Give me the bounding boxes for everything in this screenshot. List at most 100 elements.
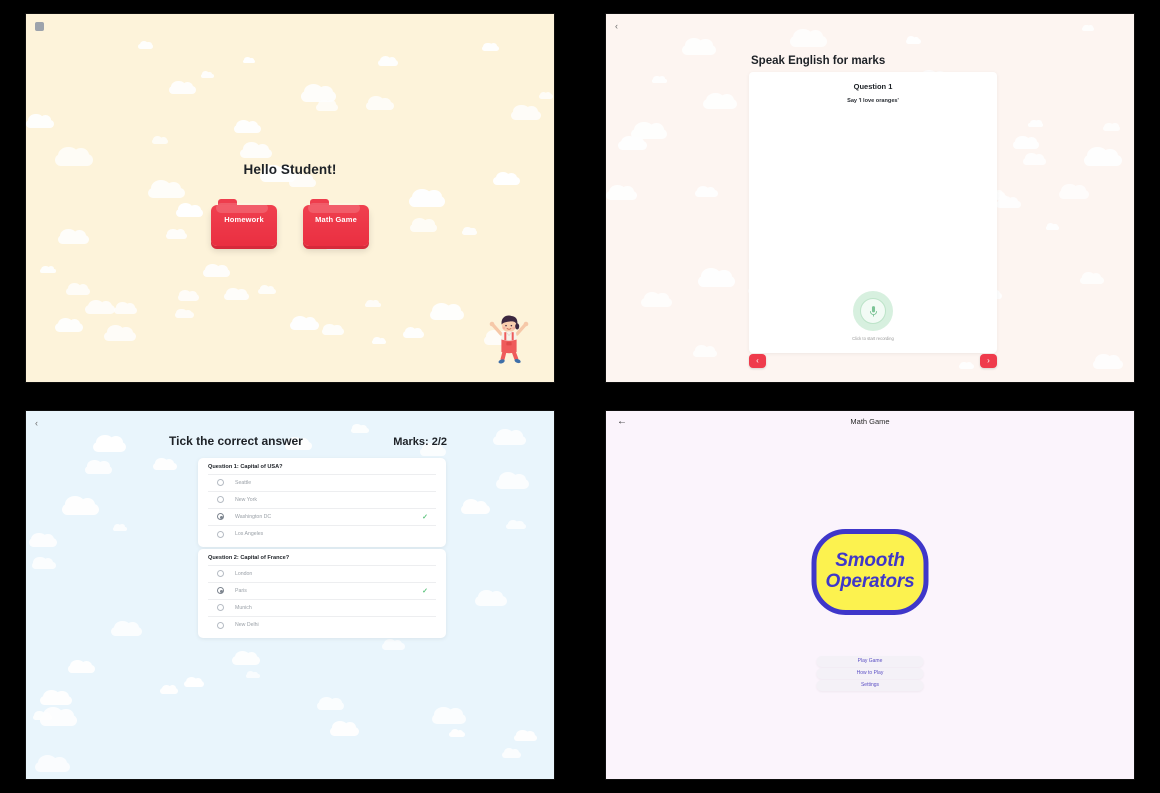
check-icon: ✓ bbox=[422, 587, 428, 595]
cloud-shape bbox=[449, 729, 465, 737]
cloud-shape bbox=[372, 337, 387, 345]
question-number: Question 1 bbox=[853, 82, 893, 92]
marks-badge: Marks: 2/2 bbox=[393, 435, 447, 448]
cloud-shape bbox=[378, 56, 399, 67]
quiz-option[interactable]: Seattle bbox=[208, 475, 436, 492]
radio-icon[interactable] bbox=[217, 513, 224, 521]
cloud-shape bbox=[177, 290, 200, 301]
logo-line-1: Smooth bbox=[835, 550, 905, 572]
settings-button[interactable]: Settings bbox=[816, 679, 924, 691]
previous-question-button[interactable]: ‹ bbox=[749, 354, 766, 369]
panel-cell-speak: ‹ Speak English for marks Question 1 Say… bbox=[580, 0, 1160, 397]
quiz-option[interactable]: Washington DC ✓ bbox=[208, 509, 436, 526]
cloud-shape bbox=[169, 81, 196, 94]
cloud-shape bbox=[693, 344, 717, 357]
quiz-option[interactable]: New York bbox=[208, 492, 436, 509]
home-content: Hello Student! Homework Math Game bbox=[26, 162, 554, 247]
next-question-button[interactable]: › bbox=[980, 354, 997, 369]
radio-icon[interactable] bbox=[217, 479, 224, 487]
cloud-shape bbox=[40, 689, 72, 706]
cloud-shape bbox=[420, 443, 447, 457]
cloud-shape bbox=[495, 472, 530, 489]
cloud-shape bbox=[429, 302, 464, 321]
option-label: New Delhi bbox=[235, 622, 259, 629]
cloud-shape bbox=[104, 325, 136, 342]
jumping-child-illustration bbox=[489, 315, 529, 364]
cloud-shape bbox=[316, 99, 339, 111]
how-to-play-button[interactable]: How to Play bbox=[816, 667, 924, 679]
screenshot-grid: Hello Student! Homework Math Game ‹ Spea… bbox=[0, 0, 1160, 793]
cloud-shape bbox=[35, 754, 71, 773]
cloud-shape bbox=[153, 458, 177, 470]
student-home-screen: Hello Student! Homework Math Game bbox=[26, 14, 554, 383]
chevron-left-icon[interactable]: ‹ bbox=[35, 418, 38, 428]
cloud-shape bbox=[1092, 353, 1123, 370]
cloud-shape bbox=[39, 707, 78, 726]
record-hint: Click to start recording bbox=[852, 336, 894, 342]
question-heading: Question 1: Capital of USA? bbox=[208, 464, 436, 475]
quiz-option[interactable]: Los Angeles bbox=[208, 526, 436, 543]
cloud-shape bbox=[1028, 119, 1043, 128]
app-icon[interactable] bbox=[35, 22, 44, 32]
cloud-shape bbox=[112, 523, 127, 531]
math-game-screen: ← Math Game Smooth Operators Play Game H… bbox=[606, 410, 1134, 779]
cloud-shape bbox=[111, 620, 143, 637]
quiz-option[interactable]: Munich bbox=[208, 600, 436, 617]
radio-icon[interactable] bbox=[217, 604, 224, 612]
game-logo: Smooth Operators bbox=[811, 528, 929, 615]
cloud-shape bbox=[289, 315, 320, 331]
cloud-shape bbox=[1013, 136, 1040, 150]
arrow-left-icon[interactable]: ← bbox=[617, 416, 627, 427]
option-label: Washington DC bbox=[235, 513, 272, 520]
cloud-shape bbox=[475, 589, 507, 606]
folder-math-game[interactable]: Math Game bbox=[303, 199, 369, 247]
record-button[interactable] bbox=[853, 291, 893, 332]
panel-cell-math: ← Math Game Smooth Operators Play Game H… bbox=[580, 397, 1160, 793]
page-title: Hello Student! bbox=[243, 162, 337, 178]
cloud-shape bbox=[431, 706, 467, 724]
option-label: Munich bbox=[235, 604, 252, 611]
quiz-option[interactable]: New Delhi bbox=[208, 617, 436, 634]
cloud-shape bbox=[1022, 152, 1047, 165]
folder-label: Math Game bbox=[315, 215, 357, 225]
cloud-shape bbox=[514, 730, 537, 742]
quiz-option[interactable]: London bbox=[208, 566, 436, 583]
cloud-shape bbox=[1080, 272, 1104, 284]
folder-gloss bbox=[216, 203, 268, 214]
play-game-button[interactable]: Play Game bbox=[816, 655, 924, 667]
cloud-shape bbox=[1058, 184, 1089, 199]
chevron-left-icon[interactable]: ‹ bbox=[615, 22, 618, 31]
cloud-shape bbox=[67, 659, 95, 674]
cloud-shape bbox=[493, 429, 527, 446]
option-label: London bbox=[235, 570, 253, 577]
radio-icon[interactable] bbox=[217, 587, 224, 595]
option-label: New York bbox=[235, 496, 257, 503]
folder-list: Homework Math Game bbox=[211, 199, 369, 247]
cloud-shape bbox=[151, 136, 169, 145]
folder-gloss bbox=[308, 203, 360, 214]
cloud-shape bbox=[682, 38, 716, 55]
option-label: Seattle bbox=[235, 479, 252, 486]
question-card: Question 1 Say 'I love oranges' Click to… bbox=[749, 72, 997, 354]
folder-label: Homework bbox=[224, 215, 264, 225]
radio-icon[interactable] bbox=[217, 621, 224, 629]
cloud-shape bbox=[202, 263, 231, 278]
folder-homework[interactable]: Homework bbox=[211, 199, 277, 247]
cloud-shape bbox=[1103, 122, 1121, 132]
cloud-shape bbox=[460, 499, 491, 515]
cloud-shape bbox=[224, 287, 250, 301]
cloud-shape bbox=[26, 113, 55, 129]
cloud-shape bbox=[995, 195, 1021, 209]
cloud-shape bbox=[301, 84, 337, 102]
radio-icon[interactable] bbox=[217, 496, 224, 504]
cloud-shape bbox=[184, 677, 204, 687]
cloud-shape bbox=[538, 91, 553, 99]
radio-icon[interactable] bbox=[217, 530, 224, 538]
cloud-shape bbox=[174, 309, 194, 318]
radio-icon[interactable] bbox=[217, 570, 224, 578]
cloud-shape bbox=[316, 696, 345, 711]
cloud-shape bbox=[1084, 147, 1122, 167]
cloud-shape bbox=[365, 299, 381, 308]
quiz-option[interactable]: Paris ✓ bbox=[208, 583, 436, 600]
cloud-shape bbox=[350, 424, 370, 434]
